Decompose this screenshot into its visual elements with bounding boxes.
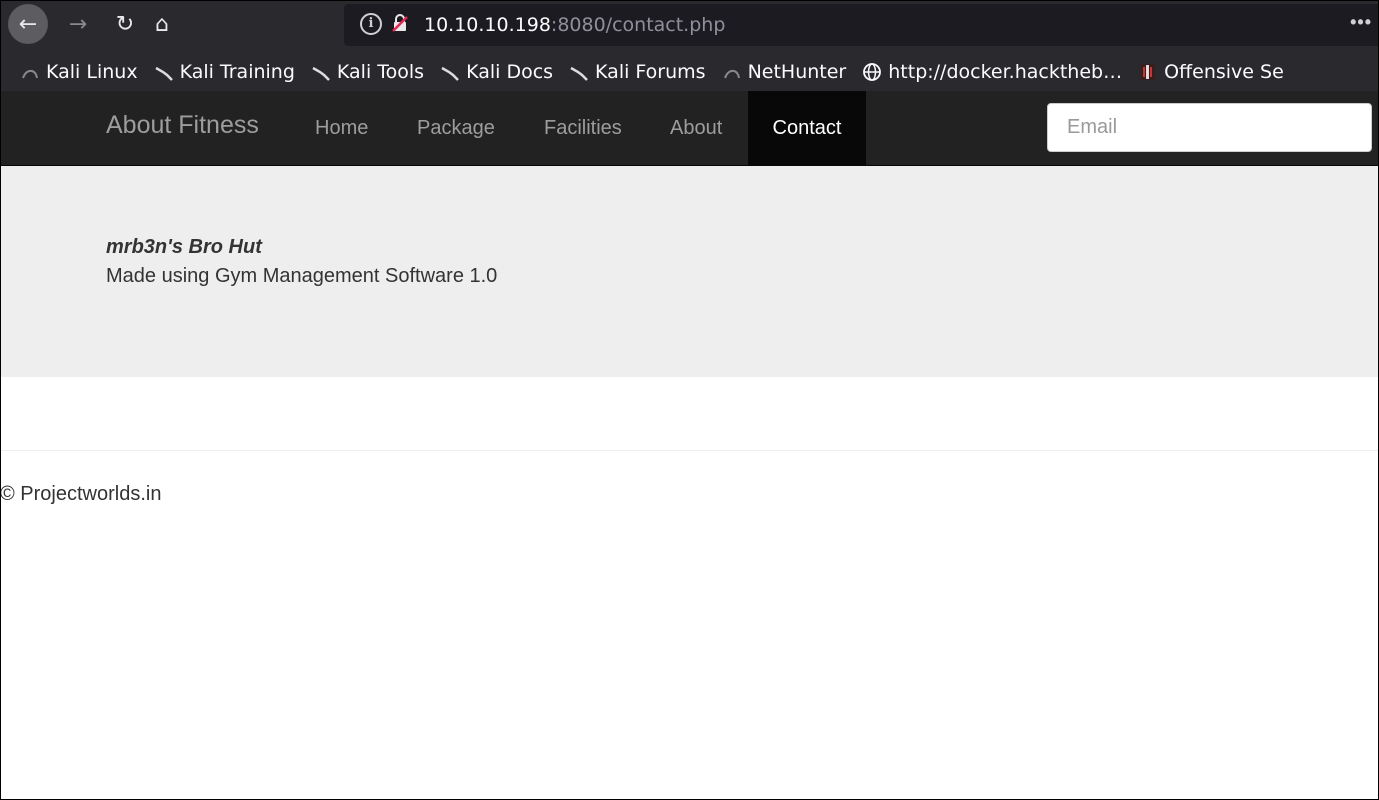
info-icon[interactable]: i: [360, 13, 382, 35]
bookmark-label: Kali Training: [179, 60, 295, 83]
bookmark-kali-forums[interactable]: Kali Forums: [569, 61, 706, 83]
bookmark-offensive-security[interactable]: Offensive Se: [1138, 61, 1284, 83]
globe-icon: [863, 62, 882, 81]
offsec-icon: [1141, 63, 1156, 80]
url-path: :8080/contact.php: [550, 14, 726, 36]
reload-icon[interactable]: ↻: [105, 4, 145, 44]
bookmark-kali-training[interactable]: Kali Training: [154, 61, 295, 83]
jumbotron: mrb3n's Bro Hut Made using Gym Managemen…: [0, 166, 1379, 377]
bookmark-label: Offensive Se: [1164, 60, 1284, 83]
nav-link-package[interactable]: Package: [394, 91, 518, 165]
home-icon[interactable]: ⌂: [142, 4, 182, 44]
kali-icon: [441, 66, 459, 81]
bookmarks-bar: Kali Linux Kali Training Kali Tools Kali…: [0, 52, 1379, 91]
url-text[interactable]: 10.10.10.198:8080/contact.php: [424, 14, 725, 36]
email-input[interactable]: [1047, 103, 1372, 152]
bookmark-kali-docs[interactable]: Kali Docs: [440, 61, 553, 83]
forward-arrow-icon[interactable]: →: [58, 4, 98, 44]
site-brand[interactable]: About Fitness: [106, 111, 259, 140]
bookmark-kali-linux[interactable]: Kali Linux: [20, 61, 138, 83]
bookmark-label: NetHunter: [747, 60, 847, 83]
bookmark-label: Kali Tools: [336, 60, 425, 83]
jumbotron-subtitle: Made using Gym Management Software 1.0: [106, 265, 498, 287]
bookmark-docker-hackthebox[interactable]: http://docker.hacktheb…: [862, 61, 1122, 83]
browser-toolbar: ← → ↻ ⌂ i 10.10.10.198:8080/contact.php …: [0, 0, 1379, 52]
bookmark-nethunter[interactable]: NetHunter: [722, 60, 847, 83]
bookmark-label: Kali Linux: [46, 60, 138, 83]
kali-icon: [312, 66, 330, 81]
more-icon[interactable]: •••: [1350, 12, 1372, 33]
bookmark-kali-tools[interactable]: Kali Tools: [311, 61, 424, 83]
back-arrow-icon[interactable]: ←: [8, 4, 48, 44]
kali-dragon-icon: [723, 69, 740, 78]
footer-divider: [0, 450, 1379, 451]
url-bar[interactable]: i 10.10.10.198:8080/contact.php •••: [344, 4, 1379, 46]
nav-link-facilities[interactable]: Facilities: [521, 91, 645, 165]
nav-link-about[interactable]: About: [647, 91, 745, 165]
nav-link-home[interactable]: Home: [292, 91, 391, 165]
bookmark-label: Kali Docs: [466, 60, 554, 83]
url-host: 10.10.10.198: [424, 14, 551, 36]
site-navbar: About Fitness Home Package Facilities Ab…: [0, 91, 1379, 166]
nav-link-contact[interactable]: Contact: [748, 91, 866, 165]
kali-icon: [154, 66, 173, 81]
kali-icon: [570, 66, 588, 81]
insecure-lock-icon[interactable]: [392, 14, 408, 32]
footer-copyright: © Projectworlds.in: [0, 483, 162, 505]
jumbotron-title: mrb3n's Bro Hut: [106, 236, 262, 258]
bookmark-label: http://docker.hacktheb…: [888, 60, 1123, 83]
kali-dragon-icon: [22, 69, 38, 78]
bookmark-label: Kali Forums: [595, 60, 706, 83]
